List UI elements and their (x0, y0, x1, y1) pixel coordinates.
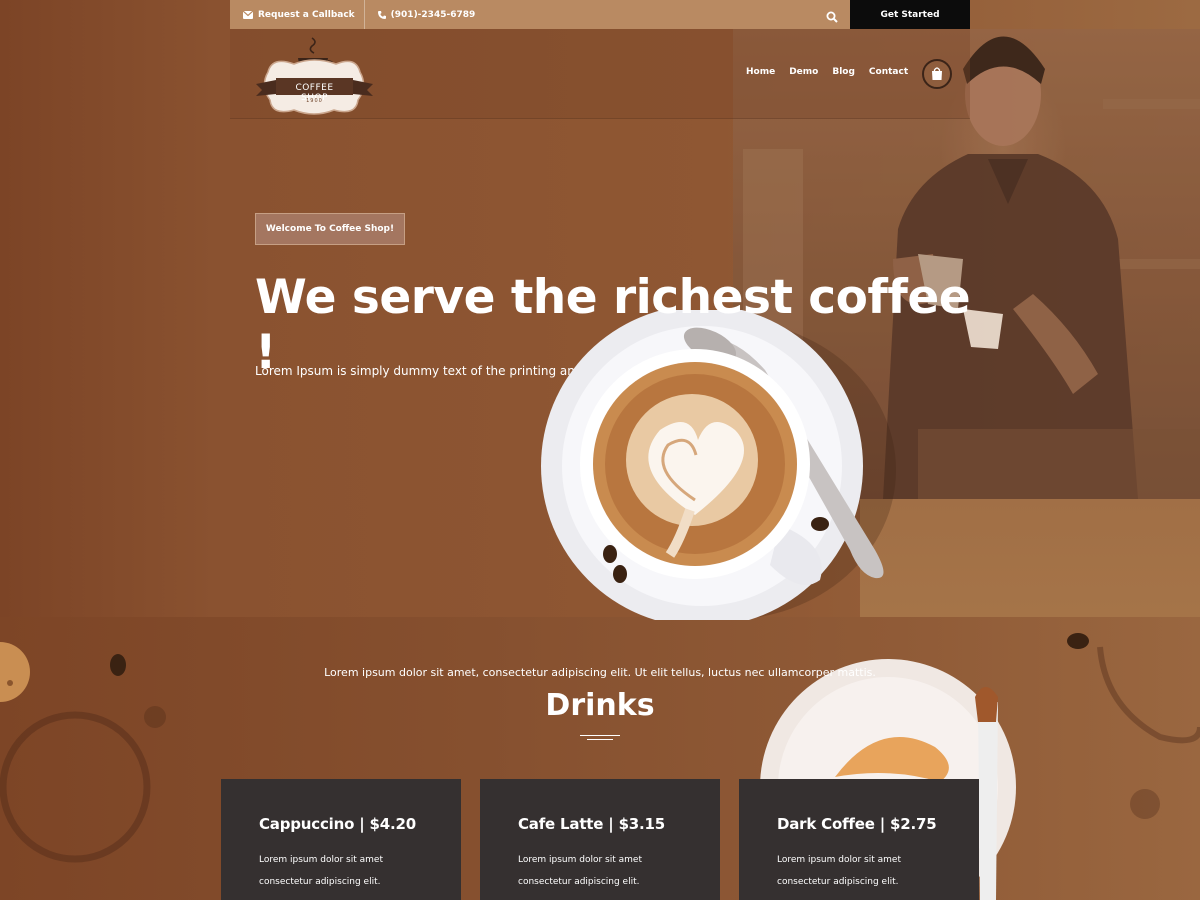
drink-desc-line1: Lorem ipsum dolor sit amet (777, 855, 901, 865)
main-nav: Home Demo Blog Contact (746, 67, 922, 77)
phone-number: (901)-2345-6789 (390, 9, 476, 20)
drink-desc-line1: Lorem ipsum dolor sit amet (259, 855, 383, 865)
get-started-button[interactable]: Get Started (850, 0, 970, 29)
welcome-badge: Welcome To Coffee Shop! (255, 213, 405, 245)
drink-card-cafe-latte[interactable]: Cafe Latte | $3.15 Lorem ipsum dolor sit… (480, 779, 720, 900)
drink-card-dark-coffee[interactable]: Dark Coffee | $2.75 Lorem ipsum dolor si… (739, 779, 979, 900)
phone-icon (377, 10, 386, 19)
phone-link[interactable]: (901)-2345-6789 (363, 0, 485, 29)
nav-home[interactable]: Home (746, 67, 775, 77)
drink-name: Dark Coffee | $2.75 (777, 815, 937, 833)
top-bar: Request a Callback (901)-2345-6789 Get S… (230, 0, 970, 29)
drink-desc-line2: consectetur adipiscing elit. (777, 877, 899, 887)
page: Request a Callback (901)-2345-6789 Get S… (0, 0, 1200, 900)
nav-demo[interactable]: Demo (789, 67, 818, 77)
drink-name: Cafe Latte | $3.15 (518, 815, 666, 833)
nav-blog[interactable]: Blog (832, 67, 855, 77)
logo-since: 1900 (306, 98, 323, 104)
nav-contact[interactable]: Contact (869, 67, 908, 77)
drink-desc-line2: consectetur adipiscing elit. (518, 877, 640, 887)
coffee-shop-logo[interactable]: COFFEE SHOP 1900 (252, 34, 377, 116)
hero-lower-panel (860, 499, 1200, 617)
drinks-subtitle: Lorem ipsum dolor sit amet, consectetur … (324, 666, 876, 679)
site-header: COFFEE SHOP 1900 Home Demo Blog Contact (230, 29, 970, 119)
hero-title: We serve the richest coffee ! (255, 270, 971, 380)
request-callback-link[interactable]: Request a Callback (230, 0, 364, 29)
shopping-bag-icon (931, 65, 943, 84)
drink-desc-line1: Lorem ipsum dolor sit amet (518, 855, 642, 865)
drink-name: Cappuccino | $4.20 (259, 815, 416, 833)
title-divider (580, 735, 620, 741)
drinks-title: Drinks (545, 688, 655, 723)
drink-card-cappuccino[interactable]: Cappuccino | $4.20 Lorem ipsum dolor sit… (221, 779, 461, 900)
drink-desc-line2: consectetur adipiscing elit. (259, 877, 381, 887)
cart-button[interactable] (922, 59, 952, 89)
envelope-icon (243, 10, 253, 19)
request-callback-label: Request a Callback (258, 9, 355, 20)
search-icon[interactable] (826, 8, 838, 27)
